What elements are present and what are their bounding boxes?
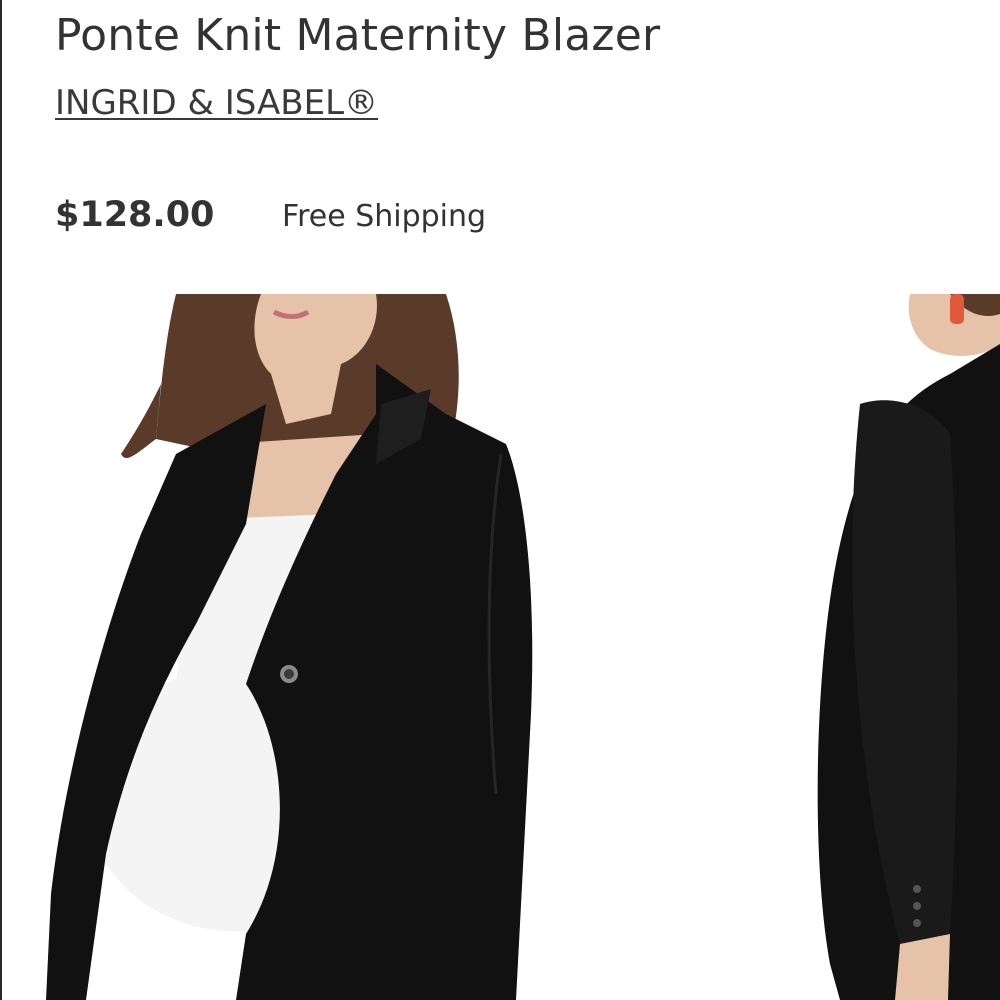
product-image-front[interactable] [46,294,536,1000]
product-image-back[interactable] [800,294,1000,1000]
product-image-gallery[interactable] [0,294,1000,1000]
blazer-front-photo-icon [46,294,533,1000]
brand-link[interactable]: INGRID & ISABEL® [55,80,378,126]
blazer-back-photo-icon [817,294,1000,1000]
product-title: Ponte Knit Maternity Blazer [55,10,661,61]
product-price: $128.00 [55,195,215,235]
shipping-info: Free Shipping [282,199,487,234]
